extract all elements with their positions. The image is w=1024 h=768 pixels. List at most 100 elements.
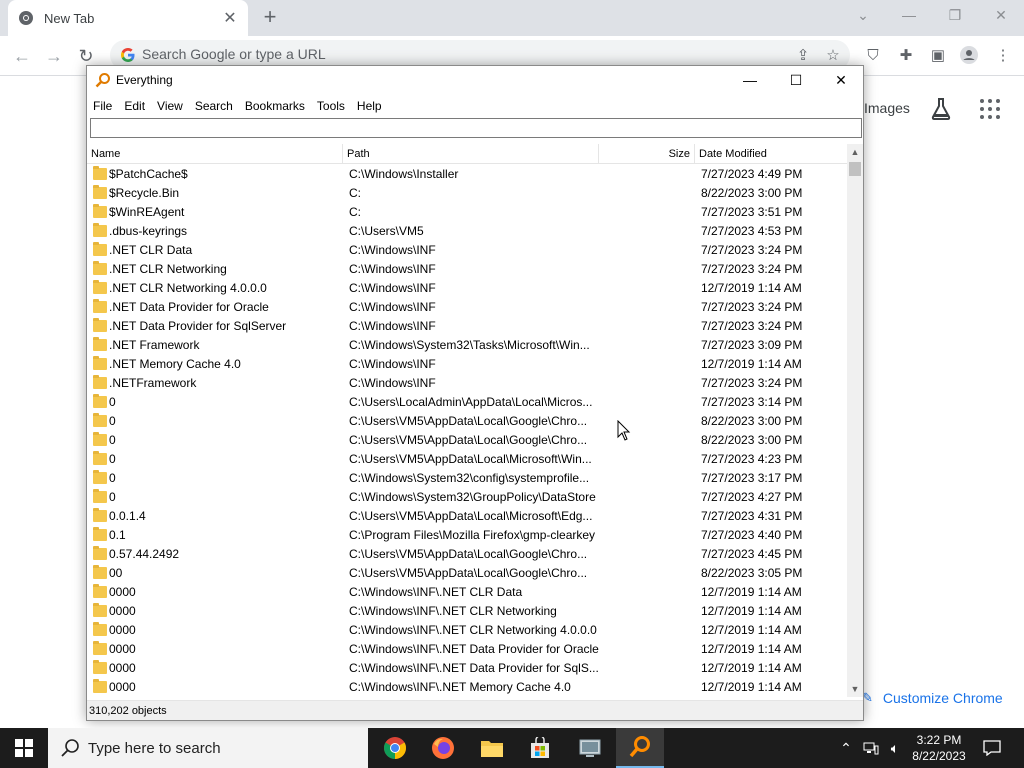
result-path: C:\Users\VM5\AppData\Local\Google\Chro..… (349, 414, 588, 428)
result-date-modified: 7/27/2023 3:17 PM (701, 471, 803, 485)
taskbar-search-box[interactable]: Type here to search (48, 728, 368, 768)
menu-edit[interactable]: Edit (124, 99, 145, 113)
result-name: 0 (109, 471, 116, 485)
result-row[interactable]: .NET Memory Cache 4.0 C:\Windows\INF 12/7/… (87, 355, 847, 374)
result-row[interactable]: .dbus-keyrings C:\Users\VM5 7/27/2023 4:53… (87, 222, 847, 241)
result-row[interactable]: .NET Data Provider for SqlServer C:\Windo… (87, 317, 847, 336)
folder-icon (93, 413, 107, 427)
tray-chevron-up-icon[interactable]: ⌃ (836, 728, 856, 768)
folder-icon (93, 470, 107, 484)
column-header-path[interactable]: Path (343, 144, 599, 164)
result-row[interactable]: 0000 C:\Windows\INF\.NET Data Provider fo… (87, 659, 847, 678)
result-name: 0000 (109, 680, 136, 694)
menu-search[interactable]: Search (195, 99, 233, 113)
result-row[interactable]: 0000 C:\Windows\INF\.NET CLR Data 12/7/201… (87, 583, 847, 602)
result-row[interactable]: $WinREAgent C: 7/27/2023 3:51 PM (87, 203, 847, 222)
result-date-modified: 7/27/2023 4:45 PM (701, 547, 803, 561)
tab-new-tab[interactable]: New Tab ✕ (8, 0, 248, 36)
result-row[interactable]: .NET Framework C:\Windows\System32\Tasks\… (87, 336, 847, 355)
result-date-modified: 7/27/2023 3:24 PM (701, 319, 803, 333)
bookmark-star-icon[interactable]: ☆ (822, 44, 844, 66)
network-icon[interactable] (860, 728, 882, 768)
result-row[interactable]: 0000 C:\Windows\INF\.NET CLR Networking 4… (87, 621, 847, 640)
column-header-size[interactable]: Size (599, 144, 695, 164)
result-row[interactable]: 0 C:\Users\VM5\AppData\Local\Microsoft\Wi… (87, 450, 847, 469)
start-button[interactable] (0, 728, 48, 768)
result-row[interactable]: $Recycle.Bin C: 8/22/2023 3:00 PM (87, 184, 847, 203)
result-row[interactable]: 0000 C:\Windows\INF\.NET Memory Cache 4.0… (87, 678, 847, 697)
result-row[interactable]: 0.1 C:\Program Files\Mozilla Firefox\gmp-… (87, 526, 847, 545)
result-row[interactable]: $PatchCache$ C:\Windows\Installer 7/27/202… (87, 165, 847, 184)
everything-close-button[interactable]: ✕ (818, 66, 863, 94)
chrome-minimize-button[interactable]: — (886, 0, 932, 30)
taskbar-file-explorer[interactable] (468, 728, 516, 768)
result-path: C:\Windows\INF (349, 376, 436, 390)
result-name: 0000 (109, 642, 136, 656)
labs-flask-icon[interactable] (930, 97, 952, 121)
extension-shield-icon[interactable]: ⛉ (862, 44, 884, 66)
taskbar-everything[interactable] (616, 728, 664, 768)
result-row[interactable]: 00 C:\Users\VM5\AppData\Local\Google\Chro… (87, 564, 847, 583)
forward-arrow-icon[interactable]: → (42, 44, 66, 68)
result-name: 0 (109, 433, 116, 447)
images-link[interactable]: Images (864, 100, 910, 116)
menu-file[interactable]: File (93, 99, 112, 113)
result-row[interactable]: .NET CLR Networking C:\Windows\INF 7/27/20… (87, 260, 847, 279)
result-row[interactable]: 0000 C:\Windows\INF\.NET CLR Networking 12… (87, 602, 847, 621)
everything-minimize-button[interactable]: — (727, 66, 773, 94)
share-icon[interactable]: ⇪ (792, 44, 814, 66)
folder-icon (93, 546, 107, 560)
folder-icon (93, 299, 107, 313)
folder-icon (93, 356, 107, 370)
everything-search-input[interactable] (90, 118, 862, 138)
chrome-restore-button[interactable]: ❐ (932, 0, 978, 30)
tab-search-icon[interactable]: ⌄ (840, 0, 886, 30)
extensions-puzzle-icon[interactable]: ✚ (895, 44, 917, 66)
result-row[interactable]: 0 C:\Windows\System32\config\systemprofil… (87, 469, 847, 488)
taskbar-chrome[interactable] (371, 728, 419, 768)
result-date-modified: 8/22/2023 3:05 PM (701, 566, 803, 580)
result-row[interactable]: 0 C:\Users\VM5\AppData\Local\Google\Chro.… (87, 431, 847, 450)
scrollbar-thumb[interactable] (849, 162, 861, 176)
result-row[interactable]: 0 C:\Users\LocalAdmin\AppData\Local\Micro… (87, 393, 847, 412)
result-name: 0 (109, 414, 116, 428)
column-header-date-modified[interactable]: Date Modified (695, 144, 847, 164)
taskbar-control-panel[interactable] (566, 728, 614, 768)
new-tab-button[interactable]: + (259, 4, 281, 30)
tab-close-icon[interactable]: ✕ (222, 8, 238, 28)
taskbar-microsoft-store[interactable] (516, 728, 564, 768)
everything-titlebar[interactable]: Everything — ☐ ✕ (87, 66, 863, 94)
customize-chrome-button[interactable]: ✎ Customize Chrome (854, 684, 1008, 712)
volume-icon[interactable]: 🔈︎ (884, 728, 906, 768)
scroll-up-arrow-icon[interactable]: ▲ (847, 144, 863, 160)
result-row[interactable]: 0 C:\Users\VM5\AppData\Local\Google\Chro.… (87, 412, 847, 431)
result-row[interactable]: 0.57.44.2492 C:\Users\VM5\AppData\Local\G… (87, 545, 847, 564)
column-header-name[interactable]: Name (87, 144, 343, 164)
result-row[interactable]: 0.0.1.4 C:\Users\VM5\AppData\Local\Micros… (87, 507, 847, 526)
notification-center-icon[interactable] (978, 728, 1006, 768)
result-row[interactable]: 0000 C:\Windows\INF\.NET Data Provider fo… (87, 640, 847, 659)
back-arrow-icon[interactable]: ← (10, 44, 34, 68)
taskbar-clock[interactable]: 3:22 PM 8/22/2023 (904, 732, 974, 764)
folder-icon (93, 451, 107, 465)
scroll-down-arrow-icon[interactable]: ▼ (847, 681, 863, 697)
menu-help[interactable]: Help (357, 99, 382, 113)
everything-maximize-button[interactable]: ☐ (773, 66, 819, 94)
chrome-close-button[interactable]: ✕ (978, 0, 1024, 30)
google-apps-icon[interactable] (980, 99, 1000, 119)
mouse-cursor-icon (617, 420, 631, 441)
menu-tools[interactable]: Tools (317, 99, 345, 113)
chrome-menu-icon[interactable]: ⋮ (992, 44, 1014, 66)
menu-view[interactable]: View (157, 99, 183, 113)
menu-bookmarks[interactable]: Bookmarks (245, 99, 305, 113)
result-row[interactable]: .NET Data Provider for Oracle C:\Windows\… (87, 298, 847, 317)
results-scrollbar[interactable]: ▲ ▼ (847, 144, 863, 697)
profile-avatar-icon[interactable] (958, 44, 980, 66)
result-row[interactable]: .NET CLR Data C:\Windows\INF 7/27/2023 3:2… (87, 241, 847, 260)
result-row[interactable]: 0 C:\Windows\System32\GroupPolicy\DataSto… (87, 488, 847, 507)
side-panel-icon[interactable]: ▣ (927, 44, 949, 66)
taskbar-firefox[interactable] (419, 728, 467, 768)
result-date-modified: 12/7/2019 1:14 AM (701, 357, 802, 371)
result-row[interactable]: .NET CLR Networking 4.0.0.0 C:\Windows\IN… (87, 279, 847, 298)
result-row[interactable]: .NETFramework C:\Windows\INF 7/27/2023 3:2… (87, 374, 847, 393)
